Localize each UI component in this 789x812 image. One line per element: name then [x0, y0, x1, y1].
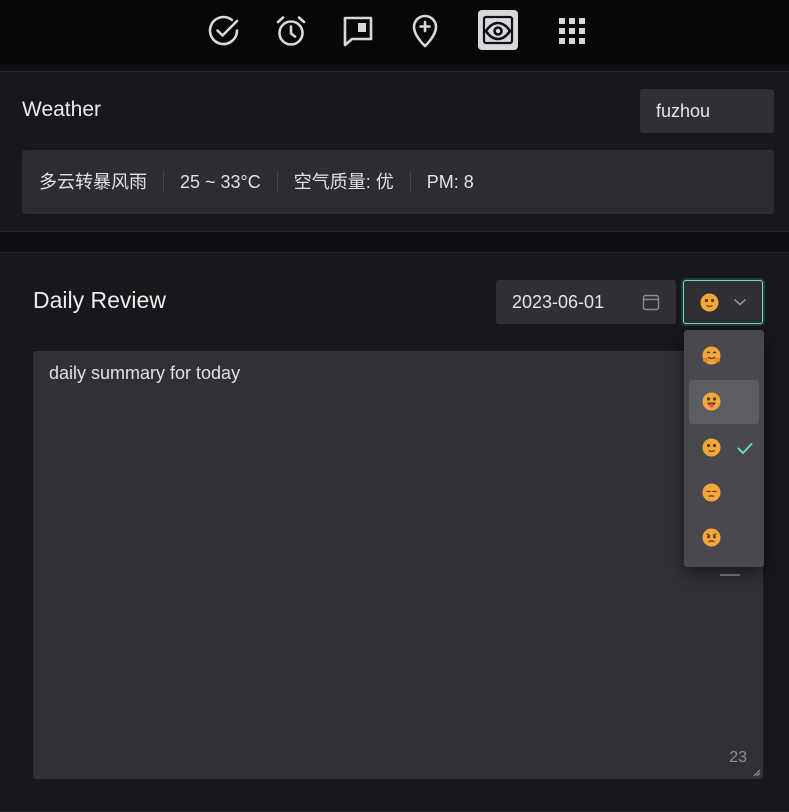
calendar-icon: [642, 294, 660, 311]
chevron-down-icon: [733, 298, 746, 306]
angry-face-icon: [702, 528, 721, 547]
neutral-smile-icon: [700, 293, 719, 312]
mood-dropdown: [684, 330, 764, 567]
check-icon: [737, 443, 753, 455]
mood-select[interactable]: [683, 280, 763, 324]
location-pin-plus-icon[interactable]: [406, 12, 444, 50]
city-input[interactable]: [640, 89, 774, 133]
mood-option-pensive[interactable]: [689, 471, 759, 515]
date-value: 2023-06-01: [512, 291, 605, 312]
weather-condition: 多云转暴风雨: [39, 172, 147, 192]
daily-review-title: Daily Review: [33, 287, 166, 313]
weather-title: Weather: [22, 98, 101, 121]
neutral-smile-icon: [702, 438, 721, 457]
mood-option-hug[interactable]: [689, 334, 759, 378]
top-toolbar: [0, 0, 789, 64]
grid-apps-icon[interactable]: [553, 12, 591, 50]
mood-option-tongue[interactable]: [689, 380, 759, 424]
daily-review-card: Daily Review 2023-06-01 daily summary fo…: [0, 252, 789, 812]
char-count: 23: [729, 749, 747, 766]
review-text: daily summary for today: [49, 363, 241, 383]
weather-info-bar: 多云转暴风雨 25 ~ 33°C 空气质量: 优 PM: 8: [22, 150, 774, 214]
scroll-indicator: [720, 574, 740, 576]
resize-handle-icon[interactable]: [752, 768, 761, 777]
mood-option-neutral-smile[interactable]: [689, 426, 759, 470]
eye-icon[interactable]: [478, 10, 518, 50]
hug-face-icon: [702, 346, 721, 365]
pm-value: PM: 8: [409, 171, 490, 193]
date-picker[interactable]: 2023-06-01: [496, 280, 676, 324]
air-quality: 空气质量: 优: [276, 171, 410, 193]
pensive-face-icon: [702, 483, 721, 502]
weather-temperature: 25 ~ 33°C: [163, 171, 277, 193]
check-circle-icon[interactable]: [205, 12, 243, 50]
comment-square-icon[interactable]: [339, 12, 377, 50]
mood-option-angry[interactable]: [689, 516, 759, 560]
weather-card: Weather 多云转暴风雨 25 ~ 33°C 空气质量: 优 PM: 8: [0, 71, 789, 232]
tongue-face-icon: [702, 392, 721, 411]
review-textarea[interactable]: daily summary for today 23: [33, 351, 763, 779]
alarm-clock-icon[interactable]: [272, 12, 310, 50]
